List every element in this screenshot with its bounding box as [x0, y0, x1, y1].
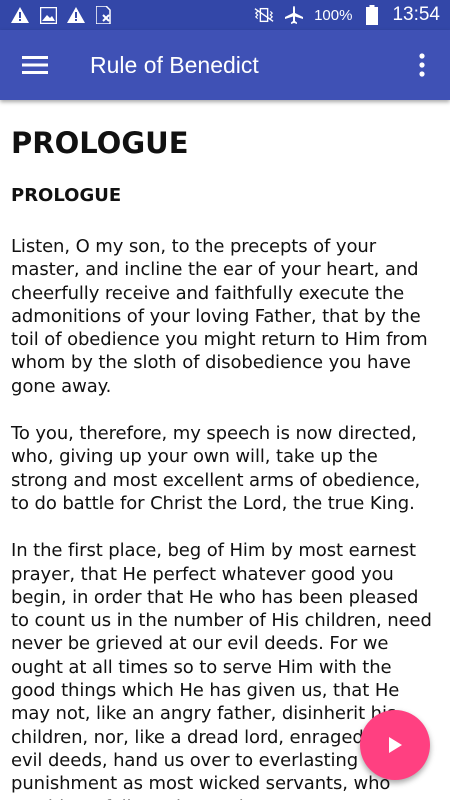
play-button[interactable]	[360, 710, 430, 780]
play-icon	[389, 737, 402, 753]
overflow-menu-button[interactable]	[394, 30, 450, 100]
warning-icon	[66, 6, 86, 24]
warning-icon	[10, 6, 30, 24]
more-vert-icon	[419, 53, 425, 77]
airplane-icon	[284, 6, 304, 24]
page-title: PROLOGUE	[11, 126, 189, 160]
reader-content[interactable]: PROLOGUE PROLOGUE Listen, O my son, to t…	[0, 100, 450, 800]
hamburger-icon	[22, 56, 48, 74]
sim-error-icon	[94, 6, 114, 24]
battery-icon	[362, 5, 382, 25]
vibrate-icon	[254, 6, 274, 24]
status-bar: 100% 13:54	[0, 0, 450, 30]
section-heading: PROLOGUE	[11, 185, 122, 206]
clock: 13:54	[392, 4, 440, 25]
battery-percent: 100%	[314, 6, 353, 24]
app-title: Rule of Benedict	[90, 51, 259, 78]
paragraph: Listen, O my son, to the precepts of you…	[11, 236, 428, 397]
image-icon	[38, 6, 58, 24]
app-bar: Rule of Benedict	[0, 30, 450, 100]
menu-button[interactable]	[0, 30, 70, 100]
status-system: 100% 13:54	[254, 4, 440, 26]
status-notifications	[10, 6, 114, 24]
paragraph: To you, therefore, my speech is now dire…	[11, 423, 421, 514]
